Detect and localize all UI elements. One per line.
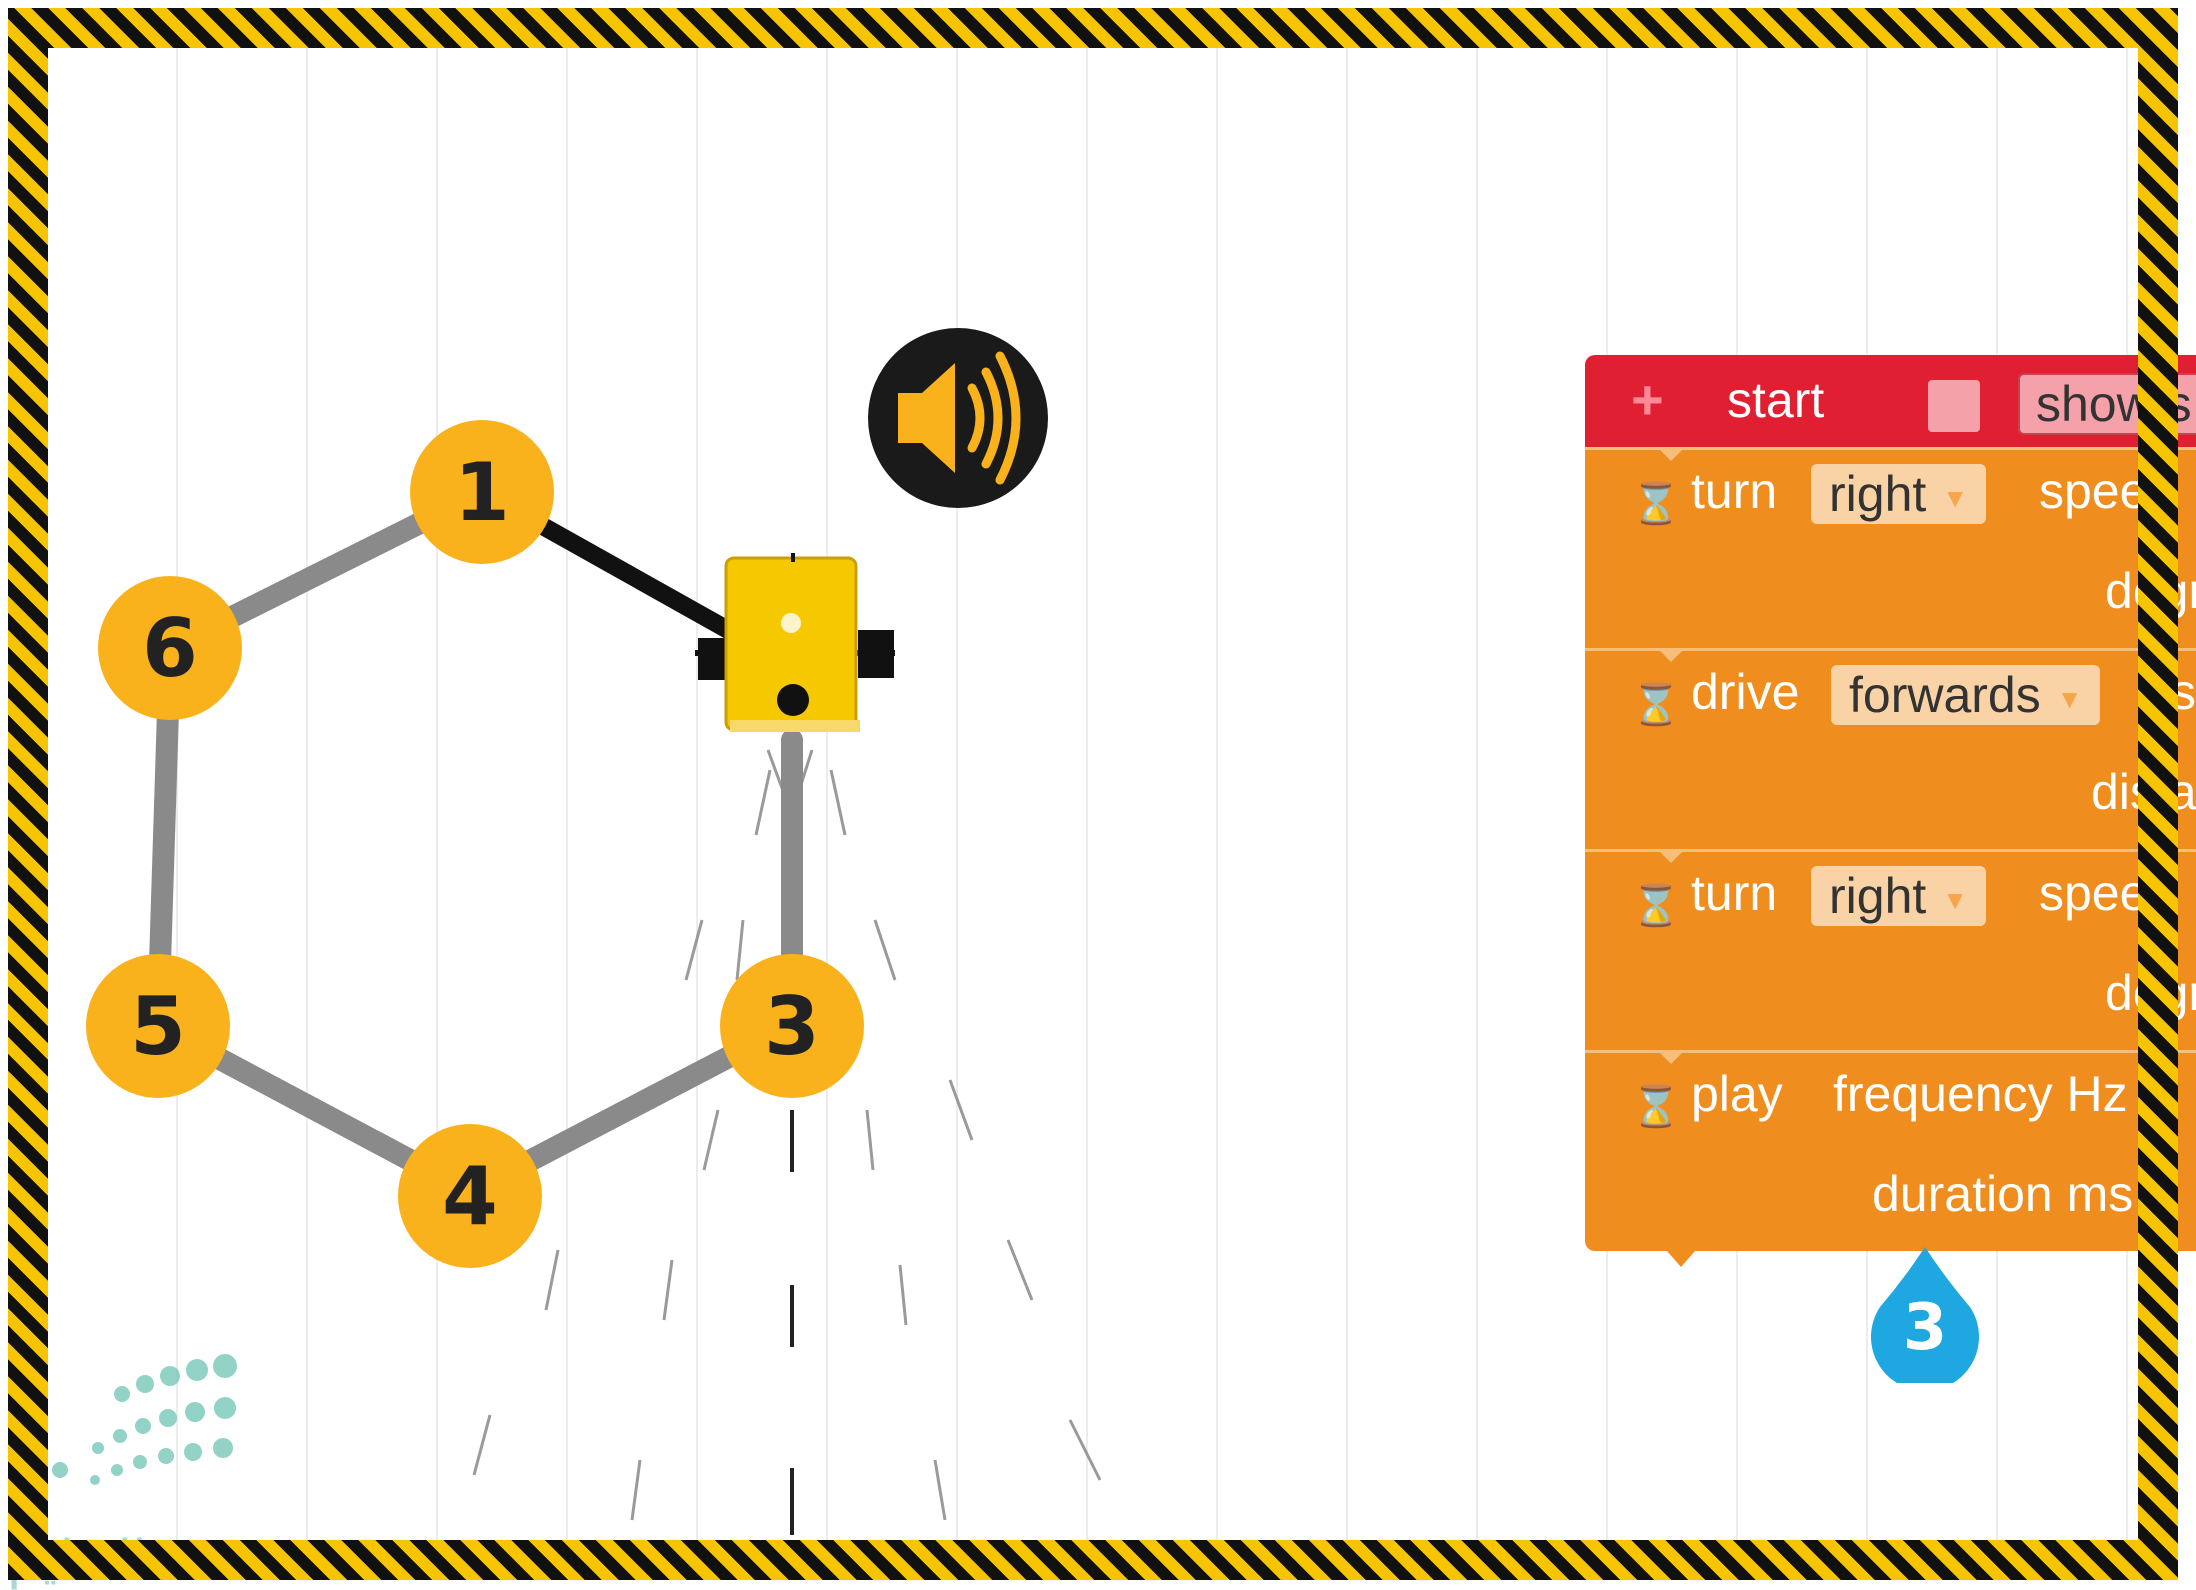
block-param-distance: dista bbox=[2091, 764, 2196, 820]
block-notch bbox=[1657, 1050, 1685, 1064]
direction-dropdown[interactable]: right ▼ bbox=[1811, 866, 1986, 926]
direction-value: right bbox=[1829, 868, 1927, 924]
callout-number: 3 bbox=[1903, 1291, 1948, 1365]
block-notch bbox=[1657, 447, 1685, 461]
marker-6: 6 bbox=[98, 576, 242, 720]
chevron-down-icon: ▼ bbox=[1942, 884, 1968, 915]
drive-forwards-block[interactable]: ⌛ drive forwards ▼ s dista bbox=[1585, 648, 2196, 849]
chevron-down-icon: ▼ bbox=[2056, 683, 2083, 714]
marker-5-label: 5 bbox=[130, 980, 186, 1073]
callout-badge: 3 bbox=[1871, 1247, 1979, 1383]
play-sound-block[interactable]: ⌛ play frequency Hz duration ms bbox=[1585, 1050, 2196, 1267]
block-notch bbox=[1657, 849, 1685, 863]
block-tail bbox=[1667, 1251, 1695, 1267]
marker-1-label: 1 bbox=[454, 446, 510, 539]
show-field[interactable]: show s bbox=[2018, 373, 2196, 435]
speaker-icon[interactable] bbox=[868, 328, 1048, 508]
block-action: play bbox=[1691, 1066, 1783, 1122]
hourglass-icon: ⌛ bbox=[1631, 1085, 1681, 1129]
direction-value: forwards bbox=[1849, 667, 2041, 723]
chevron-down-icon: ▼ bbox=[1942, 482, 1968, 513]
watermark-text: التعليم bbox=[8, 1530, 147, 1590]
block-notch bbox=[1657, 648, 1685, 662]
marker-6-label: 6 bbox=[142, 602, 198, 695]
block-param-degrees: degr bbox=[2105, 563, 2196, 619]
marker-1: 1 bbox=[410, 420, 554, 564]
turn-right-block-1[interactable]: ⌛ turn right ▼ speed degr bbox=[1585, 447, 2196, 648]
marker-4-label: 4 bbox=[442, 1150, 498, 1243]
simulator-stage: 1 6 5 4 3 + start show s ⌛ turn right ▼ … bbox=[0, 0, 2196, 1590]
turn-right-block-2[interactable]: ⌛ turn right ▼ speed degr bbox=[1585, 849, 2196, 1050]
marker-3: 3 bbox=[720, 954, 864, 1098]
block-param-duration: duration ms bbox=[1872, 1166, 2134, 1222]
block-param-frequency: frequency Hz bbox=[1833, 1066, 2128, 1122]
marker-4: 4 bbox=[398, 1124, 542, 1268]
block-action: drive bbox=[1691, 664, 1800, 720]
plus-icon[interactable]: + bbox=[1631, 367, 1664, 432]
hourglass-icon: ⌛ bbox=[1631, 482, 1681, 526]
start-block[interactable]: + start show s bbox=[1585, 355, 2196, 447]
hourglass-icon: ⌛ bbox=[1631, 884, 1681, 928]
block-action: turn bbox=[1691, 865, 1778, 921]
marker-5: 5 bbox=[86, 954, 230, 1098]
start-label: start bbox=[1727, 372, 1825, 428]
direction-value: right bbox=[1829, 466, 1927, 522]
robot[interactable] bbox=[695, 553, 895, 732]
marker-3-label: 3 bbox=[764, 980, 820, 1073]
direction-dropdown[interactable]: forwards ▼ bbox=[1831, 665, 2101, 725]
direction-dropdown[interactable]: right ▼ bbox=[1811, 464, 1986, 524]
block-param-speed: s bbox=[2171, 664, 2196, 720]
block-param-speed: speed bbox=[2039, 865, 2176, 921]
block-param-degrees: degr bbox=[2105, 965, 2196, 1021]
show-checkbox[interactable] bbox=[1928, 380, 1980, 432]
block-stack: + start show s ⌛ turn right ▼ speed degr … bbox=[1585, 355, 2196, 1267]
block-action: turn bbox=[1691, 463, 1778, 519]
block-param-speed: speed bbox=[2039, 463, 2176, 519]
hourglass-icon: ⌛ bbox=[1631, 683, 1681, 727]
